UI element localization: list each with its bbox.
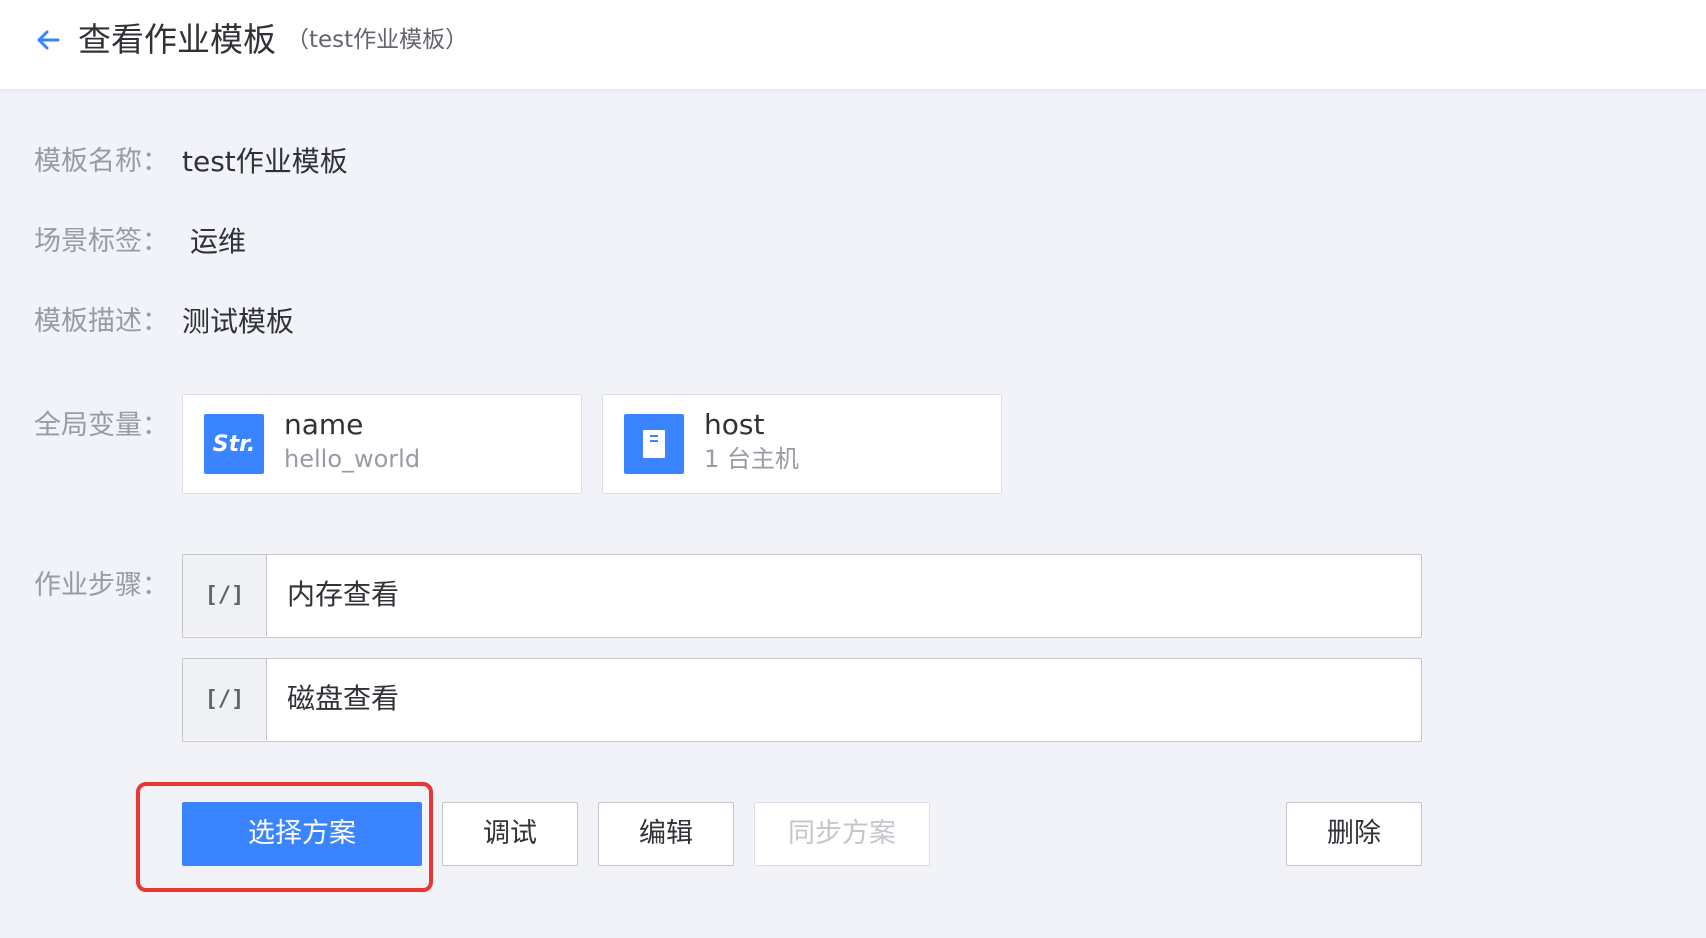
delete-button[interactable]: 删除 — [1286, 802, 1422, 866]
script-icon: [/] — [183, 555, 267, 636]
variable-name: name — [284, 408, 364, 441]
template-name-value: test作业模板 — [182, 145, 348, 178]
variable-name: host — [704, 408, 765, 441]
step-name: 磁盘查看 — [287, 682, 400, 715]
page-header: 查看作业模板 （test作业模板） — [0, 0, 1706, 89]
sync-plan-button: 同步方案 — [754, 802, 930, 866]
template-desc-value: 测试模板 — [182, 305, 295, 338]
debug-button[interactable]: 调试 — [442, 802, 578, 866]
page-subtitle: （test作业模板） — [286, 27, 469, 53]
str-icon: Str. — [204, 414, 264, 474]
variable-card-host[interactable]: host 1 台主机 — [602, 394, 1002, 494]
scene-tag-value: 运维 — [190, 225, 247, 258]
select-plan-button[interactable]: 选择方案 — [182, 802, 422, 866]
variable-value: 1 台主机 — [704, 445, 799, 473]
step-name: 内存查看 — [287, 578, 400, 611]
script-icon: [/] — [183, 659, 267, 740]
scene-tag-label: 场景标签： — [34, 226, 169, 257]
step-item-disk[interactable]: [/] 磁盘查看 — [182, 658, 1422, 742]
step-item-memory[interactable]: [/] 内存查看 — [182, 554, 1422, 638]
page-title: 查看作业模板 — [78, 20, 276, 59]
job-steps-label: 作业步骤： — [34, 570, 169, 601]
variable-value: hello_world — [284, 445, 421, 473]
edit-button[interactable]: 编辑 — [598, 802, 734, 866]
arrow-left-icon[interactable] — [34, 26, 62, 54]
global-variables-label: 全局变量： — [34, 410, 169, 441]
template-desc-label: 模板描述： — [34, 306, 169, 337]
template-name-label: 模板名称： — [34, 146, 169, 177]
variable-card-name[interactable]: Str. name hello_world — [182, 394, 582, 494]
host-icon — [624, 414, 684, 474]
